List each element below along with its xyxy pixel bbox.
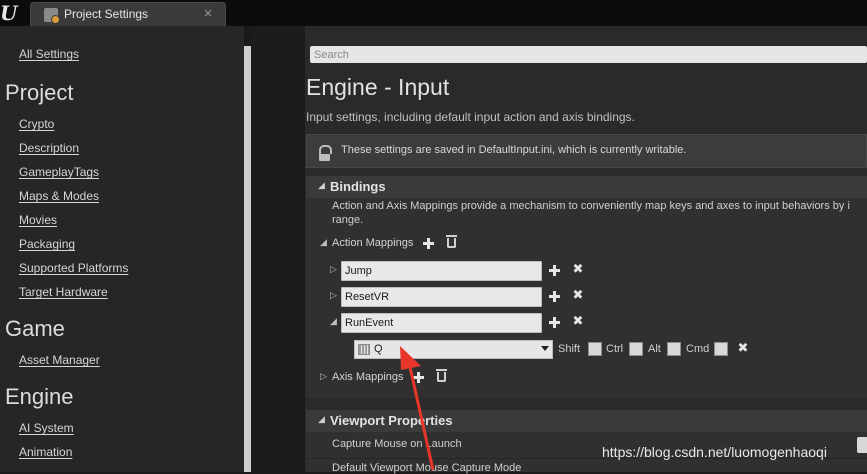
capture-mode-label: Default Viewport Mouse Capture Mode (332, 462, 522, 474)
chevron-down-icon (541, 346, 549, 351)
keyboard-icon (358, 344, 370, 355)
remove-resetvr-icon[interactable]: ✖ (572, 289, 584, 302)
selected-key: Q (374, 343, 383, 355)
add-axis-mapping-button[interactable] (412, 371, 424, 383)
capture-mouse-label: Capture Mouse on Launch (332, 438, 462, 450)
sidebar-link-gameplaytags[interactable]: GameplayTags (19, 165, 99, 179)
page-description: Input settings, including default input … (306, 110, 635, 124)
search-box[interactable] (310, 46, 867, 63)
sidebar-link-description[interactable]: Description (19, 141, 79, 155)
tab-strip: U Project Settings × (0, 0, 867, 26)
add-key-jump-button[interactable] (548, 264, 560, 276)
watermark-text: https://blog.csdn.net/luomogenhaoqi (602, 444, 827, 460)
sidebar-scrollbar[interactable] (244, 46, 251, 472)
close-tab-icon[interactable]: × (203, 6, 213, 20)
action-name-field-resetvr[interactable] (341, 287, 542, 307)
splitter[interactable] (251, 26, 305, 472)
bindings-description: Action and Axis Mappings provide a mecha… (332, 199, 867, 227)
shift-checkbox[interactable] (588, 342, 602, 356)
settings-icon (44, 8, 60, 24)
action-mappings-expand-icon[interactable]: ◢ (320, 238, 327, 248)
alt-label: Alt (648, 343, 661, 355)
bindings-description-line-2: range. (332, 214, 364, 226)
sidebar-link-crypto[interactable]: Crypto (19, 117, 54, 131)
bindings-header-label: Bindings (330, 179, 386, 194)
tab-label: Project Settings (64, 7, 149, 21)
axis-mappings-expand-icon[interactable]: ▷ (320, 372, 327, 382)
sidebar-link-asset-manager[interactable]: Asset Manager (19, 353, 100, 367)
search-input[interactable] (310, 46, 854, 63)
action-mappings-label: Action Mappings (332, 237, 414, 249)
axis-mappings-label: Axis Mappings (332, 371, 404, 383)
viewport-properties-category-header[interactable]: ◢ Viewport Properties (306, 410, 867, 432)
resetvr-expand-icon[interactable]: ▷ (330, 291, 337, 301)
viewport-header-label: Viewport Properties (330, 413, 453, 428)
key-selector-dropdown[interactable]: Q (354, 340, 553, 359)
action-name-field-jump[interactable] (341, 261, 542, 281)
sidebar-link-packaging[interactable]: Packaging (19, 237, 75, 251)
action-name-input[interactable] (342, 314, 540, 332)
sidebar-heading-engine: Engine (5, 384, 74, 409)
remove-key-binding-icon[interactable]: ✖ (737, 342, 749, 355)
action-name-field-runevent[interactable] (341, 313, 542, 333)
unreal-logo-icon[interactable]: U (0, 2, 17, 24)
notice-text: These settings are saved in DefaultInput… (341, 144, 687, 156)
shift-label: Shift (558, 343, 581, 355)
ctrl-checkbox[interactable] (629, 342, 643, 356)
add-key-resetvr-button[interactable] (548, 290, 560, 302)
sidebar-heading-game: Game (5, 316, 65, 341)
unlock-icon (319, 145, 332, 161)
action-name-input[interactable] (342, 262, 540, 280)
capture-mode-dropdown[interactable] (857, 437, 867, 453)
cmd-label: Cmd (686, 343, 710, 355)
delete-action-mappings-icon[interactable] (446, 235, 457, 248)
sidebar-link-maps-modes[interactable]: Maps & Modes (19, 189, 99, 203)
alt-checkbox[interactable] (667, 342, 681, 356)
collapse-arrow-icon: ◢ (318, 415, 325, 425)
delete-axis-mappings-icon[interactable] (436, 369, 447, 382)
sidebar-link-animation[interactable]: Animation (19, 445, 72, 459)
page-title: Engine - Input (306, 74, 450, 100)
sidebar-link-supported-platforms[interactable]: Supported Platforms (19, 261, 128, 275)
cmd-checkbox[interactable] (714, 342, 728, 356)
sidebar-link-movies[interactable]: Movies (19, 213, 57, 227)
ctrl-label: Ctrl (606, 343, 624, 355)
bindings-category-header[interactable]: ◢ Bindings (306, 176, 867, 198)
remove-jump-icon[interactable]: ✖ (572, 263, 584, 276)
runevent-collapse-icon[interactable]: ◢ (330, 317, 337, 327)
jump-expand-icon[interactable]: ▷ (330, 265, 337, 275)
add-action-mapping-button[interactable] (422, 237, 434, 249)
add-key-runevent-button[interactable] (548, 316, 560, 328)
sidebar-link-target-hardware[interactable]: Target Hardware (19, 285, 108, 299)
sidebar-link-all-settings[interactable]: All Settings (19, 47, 79, 61)
config-notice: These settings are saved in DefaultInput… (306, 134, 867, 168)
sidebar-link-ai-system[interactable]: AI System (19, 421, 74, 435)
remove-runevent-icon[interactable]: ✖ (572, 315, 584, 328)
bindings-description-line-1: Action and Axis Mappings provide a mecha… (332, 200, 850, 212)
action-name-input[interactable] (342, 288, 540, 306)
sidebar-heading-project: Project (5, 80, 74, 105)
collapse-arrow-icon: ◢ (318, 181, 325, 191)
tab-project-settings[interactable]: Project Settings × (30, 2, 226, 26)
